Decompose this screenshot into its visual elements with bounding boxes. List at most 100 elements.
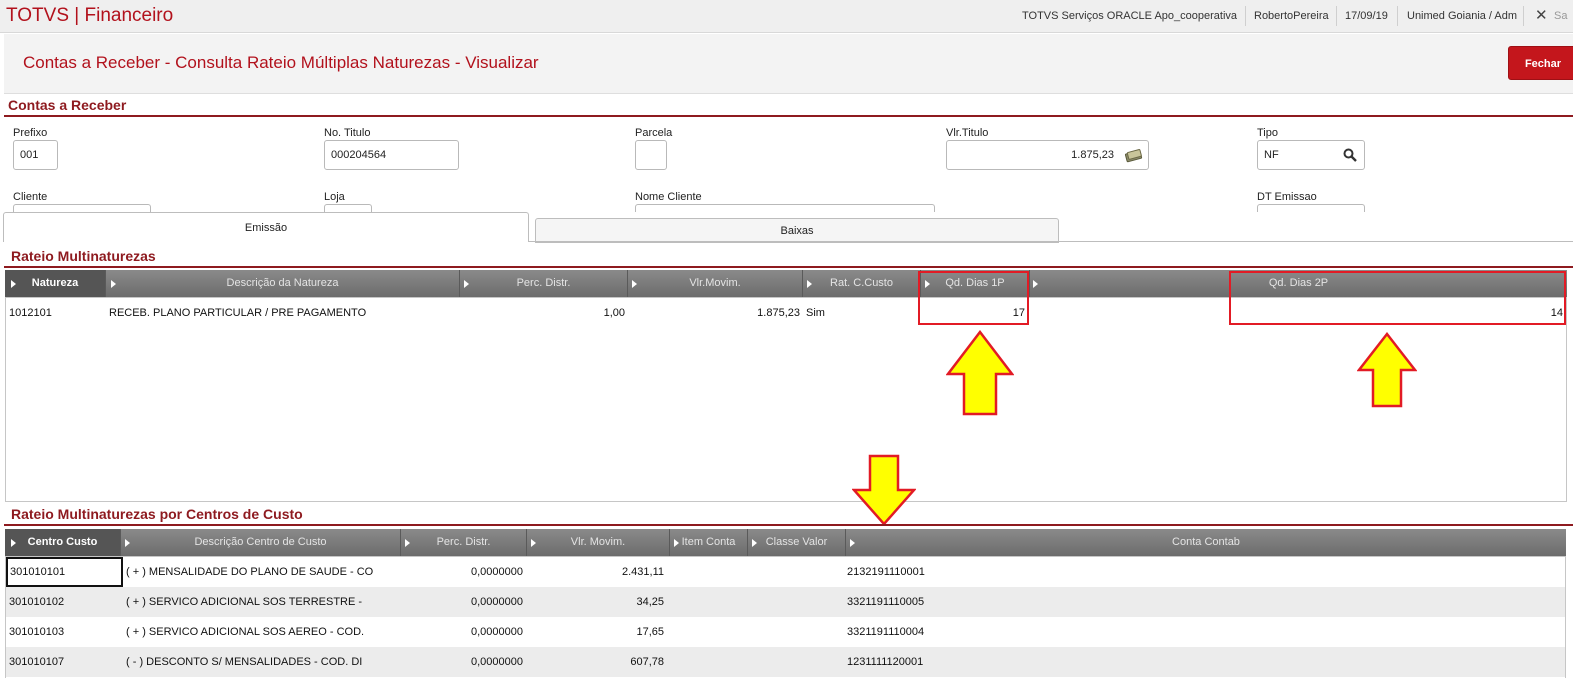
- up-arrow-icon: [946, 330, 1014, 416]
- section-title-rateio: Rateio Multinaturezas: [11, 248, 156, 264]
- close-button[interactable]: Fechar: [1508, 46, 1573, 80]
- column-header-item-conta[interactable]: Item Conta: [670, 529, 748, 556]
- app-title: TOTVS | Financeiro: [6, 5, 174, 26]
- section-divider: [4, 524, 1573, 526]
- no-titulo-field[interactable]: 000204564: [324, 140, 459, 170]
- cell-perc-distr: 0,0000000: [471, 596, 523, 608]
- column-header-perc-distr[interactable]: Perc. Distr.: [460, 270, 628, 297]
- sort-arrow-icon: [807, 280, 812, 288]
- cell-perc-distr: 0,0000000: [471, 566, 523, 578]
- column-header-classe-valor[interactable]: Classe Valor: [748, 529, 846, 556]
- up-arrow-icon: [1357, 332, 1417, 408]
- exit-label[interactable]: Sa: [1554, 10, 1567, 22]
- page-header: Contas a Receber - Consulta Rateio Múlti…: [4, 34, 1573, 94]
- cell-rat-ccusto: Sim: [806, 307, 825, 319]
- cliente-field[interactable]: [13, 204, 151, 212]
- cell-classe-valor: [751, 617, 845, 647]
- table-row[interactable]: 301010102 ( + ) SERVICO ADICIONAL SOS TE…: [6, 587, 1565, 617]
- money-icon[interactable]: [1124, 147, 1144, 163]
- cell-vlr-movim: 34,25: [636, 596, 664, 608]
- column-header-conta-contab[interactable]: Conta Contab: [846, 529, 1566, 556]
- sort-arrow-icon: [125, 539, 130, 547]
- table-row[interactable]: 301010101 ( + ) MENSALIDADE DO PLANO DE …: [6, 557, 1565, 587]
- cell-item-conta: [673, 557, 747, 587]
- cell-descricao-centro: ( + ) SERVICO ADICIONAL SOS AEREO - COD.: [126, 626, 365, 638]
- sort-arrow-icon: [111, 280, 116, 288]
- sort-arrow-icon: [464, 280, 469, 288]
- divider: [1245, 6, 1246, 26]
- table-row[interactable]: 301010103 ( + ) SERVICO ADICIONAL SOS AE…: [6, 617, 1565, 647]
- highlight-box-qd-dias-2p: [1229, 271, 1566, 325]
- column-header-natureza[interactable]: Natureza: [5, 270, 106, 297]
- cell-conta-contab: 2132191110001: [847, 566, 925, 578]
- cell-classe-valor: [751, 557, 845, 587]
- cell-perc-distr: 1,00: [603, 307, 625, 319]
- cell-classe-valor: [751, 587, 845, 617]
- cell-conta-contab: 1231111120001: [847, 656, 924, 668]
- tipo-label: Tipo: [1257, 127, 1278, 139]
- rateio-grid-body: 1012101 RECEB. PLANO PARTICULAR / PRE PA…: [5, 297, 1567, 502]
- date-label[interactable]: 17/09/19: [1345, 10, 1388, 22]
- cell-item-conta: [673, 617, 747, 647]
- cell-item-conta: [673, 587, 747, 617]
- nome-cliente-label: Nome Cliente: [635, 191, 702, 203]
- divider: [1397, 6, 1398, 26]
- nome-cliente-field[interactable]: [635, 204, 935, 212]
- cell-centro-custo[interactable]: 301010101: [6, 557, 123, 587]
- section-divider: [4, 115, 1573, 117]
- cell-vlr-movim: 607,78: [630, 656, 664, 668]
- top-bar: TOTVS | Financeiro TOTVS Serviços ORACLE…: [0, 0, 1573, 33]
- parcela-label: Parcela: [635, 127, 673, 139]
- dt-emissao-label: DT Emissao: [1257, 191, 1317, 203]
- column-header-perc-distr[interactable]: Perc. Distr.: [401, 529, 527, 556]
- column-header-vlr-movim[interactable]: Vlr.Movim.: [628, 270, 803, 297]
- cell-descricao-centro: ( - ) DESCONTO S/ MENSALIDADES - COD. DI: [126, 656, 363, 668]
- sort-arrow-icon: [674, 539, 679, 547]
- sort-arrow-icon: [11, 280, 16, 288]
- divider: [1336, 6, 1337, 26]
- cell-centro-custo: 301010103: [9, 626, 65, 638]
- branch-label[interactable]: Unimed Goiania / Adm: [1407, 10, 1517, 22]
- column-header-centro-custo[interactable]: Centro Custo: [5, 529, 121, 556]
- user-label[interactable]: RobertoPereira: [1254, 10, 1329, 22]
- cell-centro-custo: 301010102: [9, 596, 65, 608]
- prefixo-field[interactable]: 001: [13, 140, 58, 170]
- sort-arrow-icon: [850, 539, 855, 547]
- search-icon[interactable]: [1343, 148, 1357, 162]
- column-header-descricao-centro[interactable]: Descrição Centro de Custo: [121, 529, 401, 556]
- tab-emissao[interactable]: Emissão: [3, 212, 529, 242]
- cell-descricao-centro: ( + ) SERVICO ADICIONAL SOS TERRESTRE -: [126, 596, 363, 608]
- sort-arrow-icon: [752, 539, 757, 547]
- cell-vlr-movim: 17,65: [636, 626, 664, 638]
- tab-divider: [529, 241, 1573, 242]
- cell-vlr-movim: 2.431,11: [621, 566, 664, 578]
- cell-conta-contab: 3321191110004: [847, 626, 925, 638]
- parcela-field[interactable]: [635, 140, 667, 170]
- sort-arrow-icon: [11, 539, 16, 547]
- cell-item-conta: [673, 647, 747, 677]
- column-header-rat-ccusto[interactable]: Rat. C.Custo: [803, 270, 921, 297]
- centros-grid-body: 301010101 ( + ) MENSALIDADE DO PLANO DE …: [5, 556, 1566, 678]
- loja-label: Loja: [324, 191, 345, 203]
- divider: [1523, 6, 1524, 26]
- down-arrow-icon: [852, 454, 916, 526]
- section-divider: [4, 266, 1573, 268]
- column-header-vlr-movim[interactable]: Vlr. Movim.: [527, 529, 670, 556]
- close-icon[interactable]: ✕: [1535, 6, 1548, 24]
- loja-field[interactable]: [324, 204, 372, 212]
- prefixo-label: Prefixo: [13, 127, 48, 139]
- no-titulo-label: No. Titulo: [324, 127, 371, 139]
- table-row[interactable]: 301010107 ( - ) DESCONTO S/ MENSALIDADES…: [6, 647, 1565, 677]
- cell-descricao-centro: ( + ) MENSALIDADE DO PLANO DE SAUDE - CO: [126, 566, 374, 578]
- sort-arrow-icon: [632, 280, 637, 288]
- cell-descricao: RECEB. PLANO PARTICULAR / PRE PAGAMENTO: [109, 307, 367, 319]
- dt-emissao-field[interactable]: [1257, 204, 1365, 212]
- vlr-titulo-label: Vlr.Titulo: [946, 127, 989, 139]
- column-header-descricao[interactable]: Descrição da Natureza: [106, 270, 460, 297]
- section-title-centros-custo: Rateio Multinaturezas por Centros de Cus…: [11, 506, 303, 522]
- section-title-contas-receber: Contas a Receber: [8, 97, 127, 113]
- tab-baixas[interactable]: Baixas: [535, 218, 1059, 243]
- centros-grid-header: Centro Custo Descrição Centro de Custo P…: [5, 529, 1566, 556]
- cell-natureza: 1012101: [9, 307, 52, 319]
- vlr-titulo-field[interactable]: 1.875,23: [946, 140, 1149, 170]
